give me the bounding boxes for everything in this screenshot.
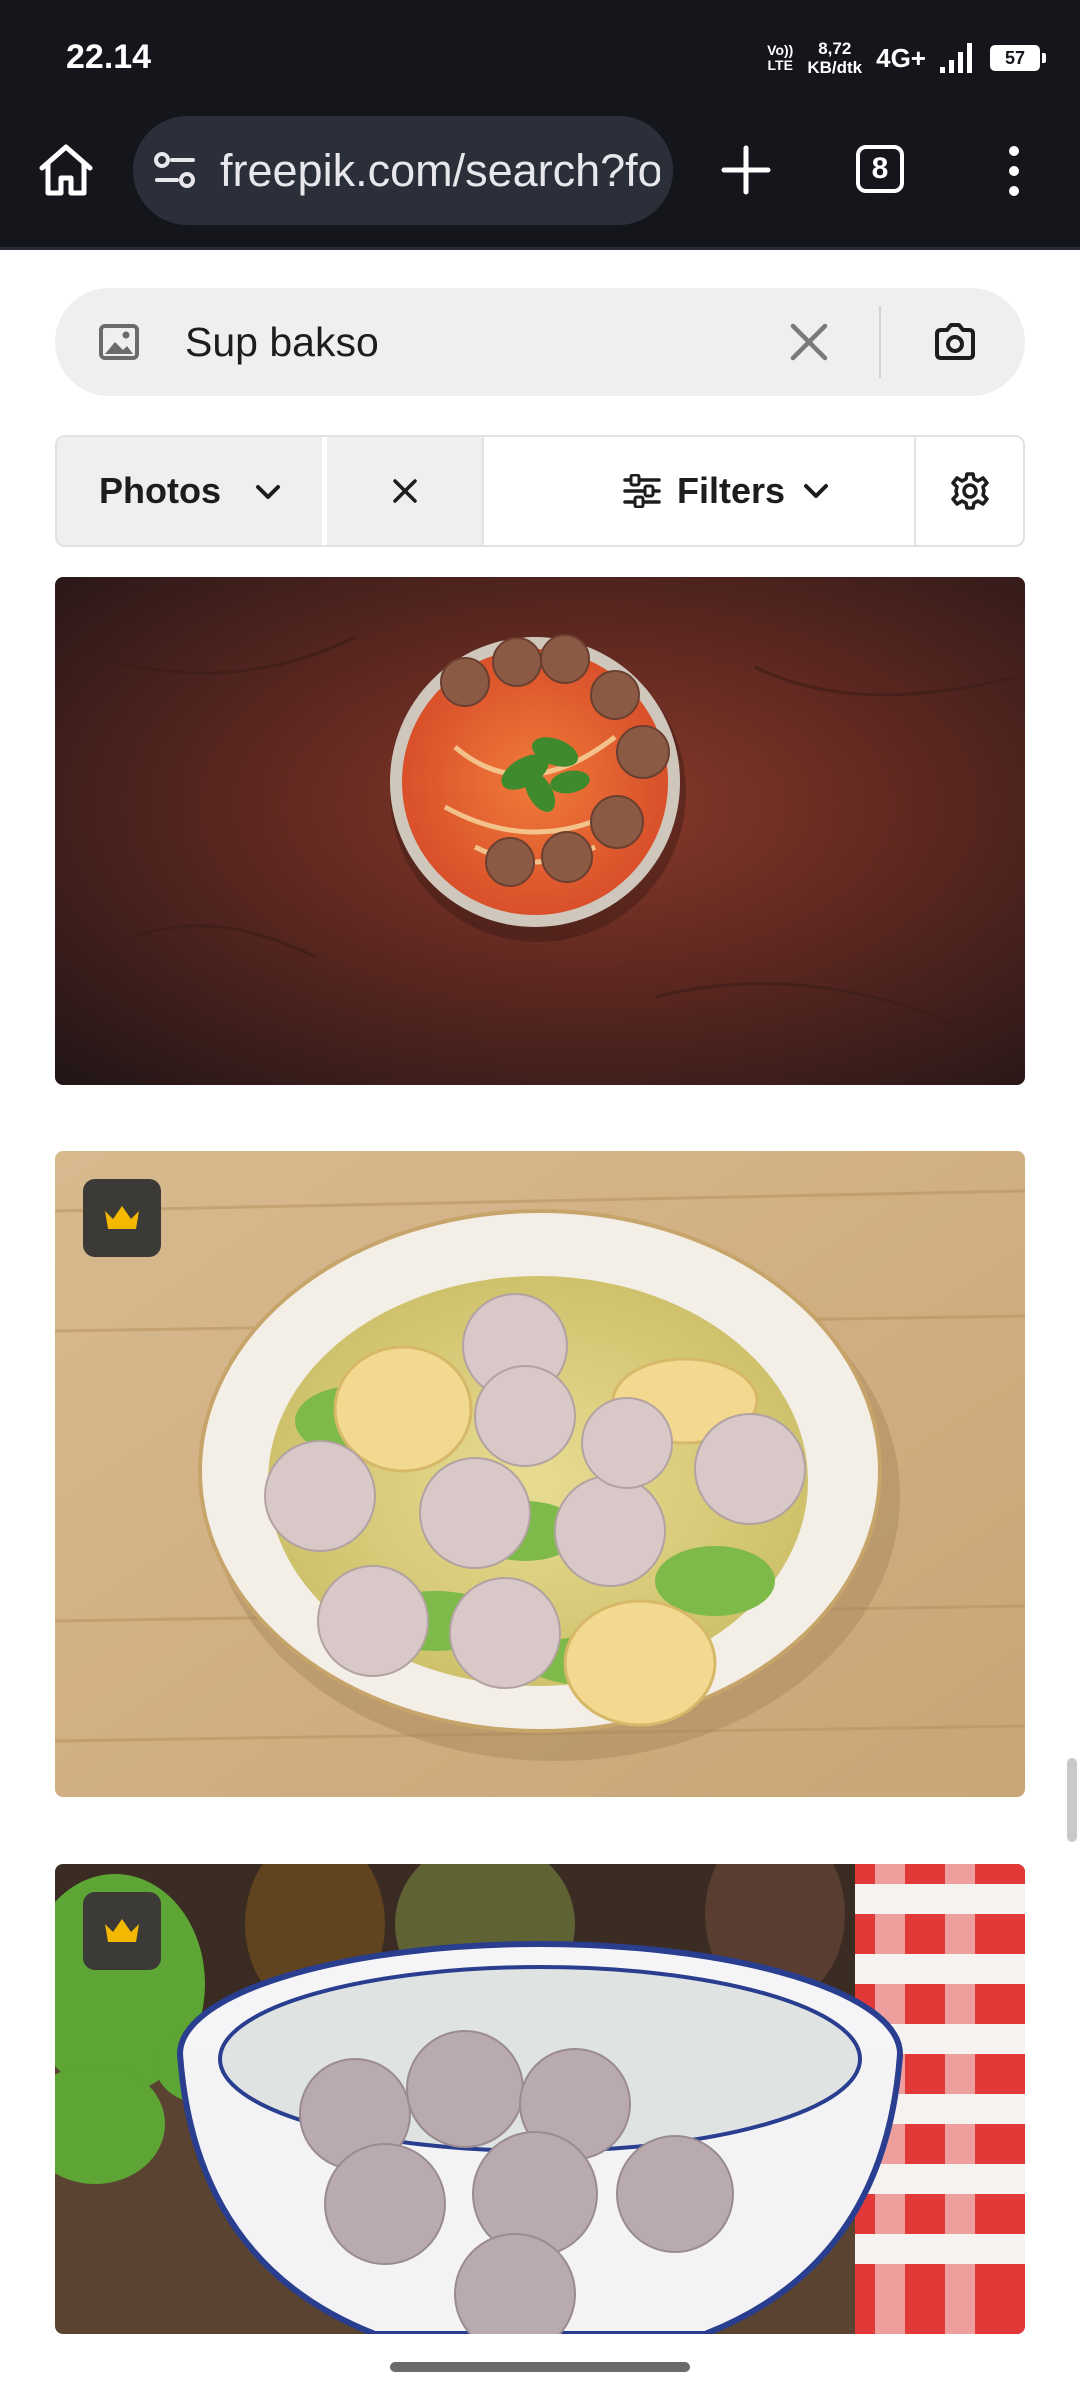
battery-icon: 57 bbox=[990, 45, 1046, 71]
speed-value: 8,72 bbox=[818, 39, 852, 58]
clear-search-icon[interactable] bbox=[785, 318, 833, 366]
chevron-down-icon bbox=[256, 485, 280, 499]
url-text[interactable]: freepik.com/search?format=search&query=S… bbox=[220, 144, 660, 198]
status-time: 22.14 bbox=[66, 38, 152, 76]
premium-badge bbox=[83, 1892, 161, 1970]
volte-indicator: Vo)) LTE bbox=[767, 43, 793, 73]
meatball-noodle-soup-photo bbox=[55, 577, 1025, 1085]
site-settings-icon[interactable] bbox=[153, 150, 197, 190]
network-type: 4G+ bbox=[876, 42, 926, 73]
meatball-tofu-soup-photo bbox=[55, 1151, 1025, 1797]
speed-unit: KB/dtk bbox=[807, 58, 863, 77]
filters-button[interactable]: Filters bbox=[484, 437, 970, 545]
clear-type-button[interactable] bbox=[327, 437, 482, 545]
volte-line1: Vo)) bbox=[767, 42, 794, 58]
volte-line2: LTE bbox=[767, 57, 793, 73]
chevron-down-icon bbox=[804, 484, 829, 498]
settings-button[interactable] bbox=[916, 437, 1023, 545]
close-icon bbox=[392, 479, 417, 503]
home-icon[interactable] bbox=[36, 142, 96, 198]
network-speed: 8,72 KB/dtk bbox=[807, 39, 862, 77]
search-result-image[interactable] bbox=[55, 1151, 1025, 1797]
tab-count: 8 bbox=[871, 152, 889, 185]
crown-icon bbox=[105, 1206, 139, 1229]
filters-label: Filters bbox=[676, 470, 786, 511]
signal-icon bbox=[940, 43, 972, 73]
search-result-image[interactable] bbox=[55, 577, 1025, 1085]
search-input[interactable]: Sup bakso bbox=[185, 314, 379, 370]
premium-badge bbox=[83, 1179, 161, 1257]
status-indicators: Vo)) LTE 8,72 KB/dtk 4G+ 57 bbox=[767, 36, 1046, 80]
browser-chrome: 22.14 Vo)) LTE 8,72 KB/dtk 4G+ 57 freepi… bbox=[0, 0, 1080, 250]
asset-type-dropdown[interactable]: Photos bbox=[57, 437, 322, 545]
gesture-navigation-bar[interactable] bbox=[390, 2362, 690, 2372]
battery-level: 57 bbox=[1004, 47, 1026, 68]
gear-icon bbox=[950, 472, 989, 510]
search-divider bbox=[879, 306, 881, 378]
clear-meatball-soup-photo bbox=[55, 1864, 1025, 2334]
plus-icon[interactable] bbox=[716, 140, 776, 200]
sliders-icon bbox=[623, 474, 661, 508]
address-bar[interactable]: freepik.com/search?format=search&query=S… bbox=[133, 116, 673, 225]
camera-icon[interactable] bbox=[931, 318, 979, 366]
asset-type-label: Photos bbox=[99, 470, 221, 511]
search-bar[interactable]: Sup bakso bbox=[55, 288, 1025, 396]
tabs-icon[interactable]: 8 bbox=[856, 145, 904, 193]
scrollbar[interactable] bbox=[1067, 1758, 1077, 1842]
more-vert-icon[interactable] bbox=[996, 145, 1032, 197]
image-icon bbox=[99, 324, 139, 360]
search-result-image[interactable] bbox=[55, 1864, 1025, 2334]
filter-toolbar: Photos Filters bbox=[55, 435, 1025, 547]
crown-icon bbox=[105, 1919, 139, 1942]
